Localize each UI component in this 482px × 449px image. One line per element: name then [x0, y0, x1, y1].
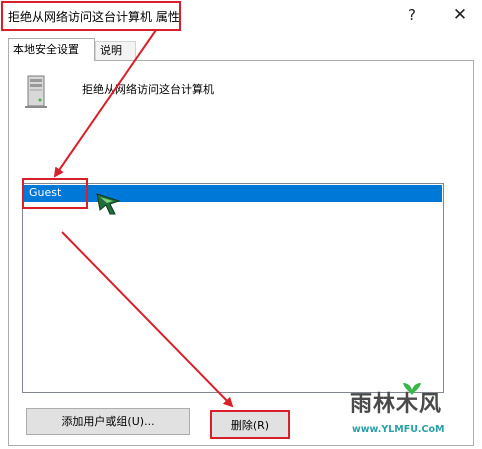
watermark-logo: 雨林木风 www.YLMFU.CoM [342, 380, 479, 446]
leaf-icon [403, 383, 421, 395]
watermark-url: www.YLMFU.CoM [352, 424, 445, 435]
help-button[interactable]: ? [392, 0, 432, 32]
cursor-icon [96, 193, 121, 215]
add-user-or-group-button[interactable]: 添加用户或组(U)... [26, 408, 190, 435]
watermark-title: 雨林木风 [350, 392, 443, 417]
server-icon [25, 75, 47, 108]
title-bar: 拒绝从网络访问这台计算机 属性 ? ✕ [0, 0, 482, 32]
accounts-list[interactable]: Guest [22, 183, 444, 393]
tab-explain[interactable]: 说明 [95, 41, 136, 61]
close-button[interactable]: ✕ [440, 0, 480, 32]
guest-annotation-box [22, 178, 88, 209]
remove-button[interactable]: 删除(R) [210, 410, 290, 439]
policy-title: 拒绝从网络访问这台计算机 [82, 83, 214, 96]
title-annotation-box [1, 1, 181, 31]
tab-local-security-setting[interactable]: 本地安全设置 [8, 38, 95, 61]
